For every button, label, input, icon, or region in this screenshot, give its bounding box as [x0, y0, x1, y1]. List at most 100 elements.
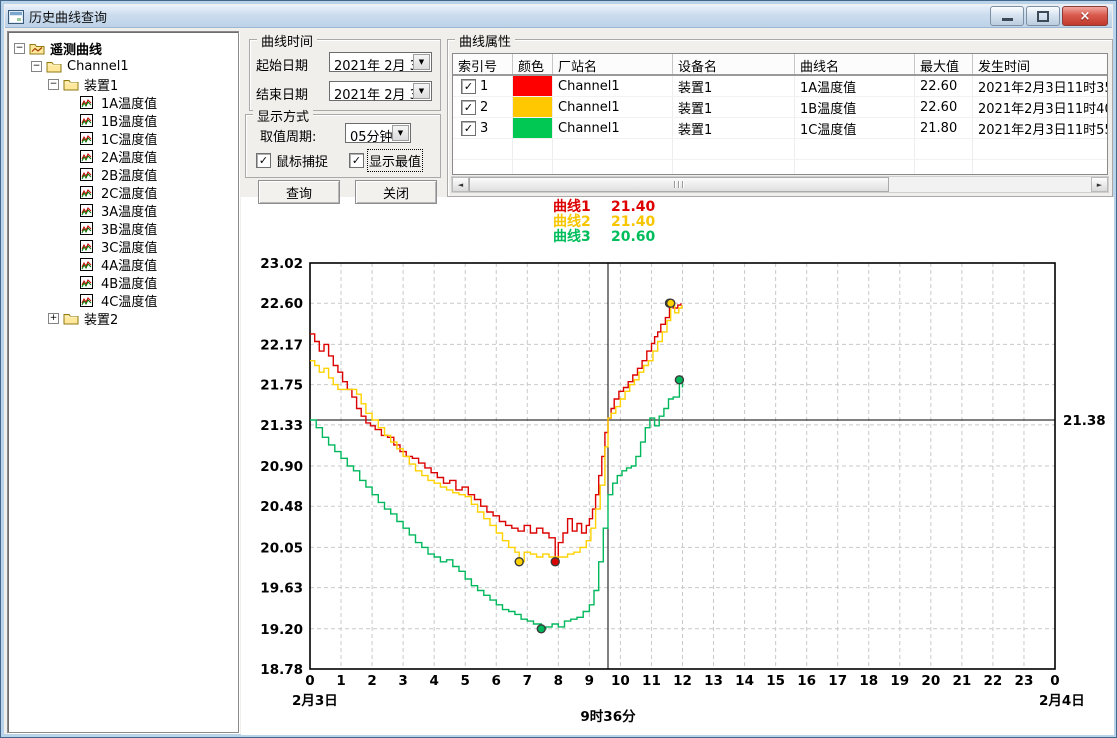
column-header-0[interactable]: 索引号	[453, 54, 513, 74]
cell: 装置1	[673, 97, 795, 118]
trend-chart[interactable]: 23.0222.6022.1721.7521.3320.9020.4820.05…	[246, 249, 1114, 735]
table-row[interactable]	[453, 160, 1107, 175]
scrollbar-thumb[interactable]	[469, 177, 889, 192]
plus-expander-icon[interactable]: +	[48, 313, 59, 324]
axis-label: 20.05	[260, 540, 303, 556]
titlebar[interactable]: 历史曲线查询 ×	[5, 5, 1112, 28]
tree-item-1[interactable]: −Channel1	[8, 57, 238, 75]
cell: Channel1	[553, 97, 673, 118]
row-index: 1	[480, 79, 488, 94]
cell	[513, 118, 553, 139]
minus-expander-icon[interactable]: −	[48, 79, 59, 90]
curve-icon	[80, 275, 97, 289]
app-icon	[8, 9, 24, 23]
tree-item-9[interactable]: 3A温度值	[8, 201, 238, 219]
row-checkbox[interactable]: ✓	[461, 79, 476, 94]
row-checkbox[interactable]: ✓	[461, 121, 476, 136]
axis-label: 2	[367, 673, 376, 689]
axis-label: 12	[673, 673, 692, 689]
arrow-right-icon: ►	[1097, 181, 1102, 189]
axis-label: 20.48	[260, 499, 303, 515]
row-checkbox[interactable]: ✓	[461, 100, 476, 115]
tree-item-11[interactable]: 3C温度值	[8, 237, 238, 255]
end-date-dropdown[interactable]: 2021年 2月 3 ▼	[329, 81, 432, 101]
tree-item-4[interactable]: 1B温度值	[8, 111, 238, 129]
cell: Channel1	[553, 118, 673, 139]
curve-icon	[80, 185, 97, 199]
minus-expander-icon[interactable]: −	[14, 43, 25, 54]
color-swatch	[513, 97, 552, 117]
show-extremes-checkbox[interactable]: ✓	[349, 153, 364, 168]
axis-label: 9	[585, 673, 594, 689]
axis-label: 14	[735, 673, 754, 689]
arrow-left-icon: ◄	[458, 181, 463, 189]
column-header-4[interactable]: 曲线名	[795, 54, 915, 74]
tree-item-label: 装置1	[84, 75, 118, 94]
axis-label: 19	[890, 673, 909, 689]
tree-item-3[interactable]: 1A温度值	[8, 93, 238, 111]
tree-item-2[interactable]: − 装置1	[8, 75, 238, 93]
tree-item-10[interactable]: 3B温度值	[8, 219, 238, 237]
cell	[553, 160, 673, 175]
curve-icon	[80, 221, 97, 235]
curve-tree[interactable]: −遥测曲线−Channel1−装置11A温度值1B温度值1C温度值2A温度值2B…	[7, 31, 239, 733]
restore-button[interactable]	[1026, 6, 1060, 26]
folder-icon	[63, 77, 80, 91]
tree-item-12[interactable]: 4A温度值	[8, 255, 238, 273]
tree-item-15[interactable]: +装置2	[8, 309, 238, 327]
end-date-dropdown-button[interactable]: ▼	[413, 83, 430, 99]
curve-icon	[80, 239, 97, 253]
tree-item-8[interactable]: 2C温度值	[8, 183, 238, 201]
tree-item-6[interactable]: 2A温度值	[8, 147, 238, 165]
mouse-capture-checkbox[interactable]: ✓	[256, 153, 271, 168]
cell: 1B温度值	[795, 97, 915, 118]
table-row[interactable]: ✓2Channel1装置11B温度值22.602021年2月3日11时40	[453, 97, 1107, 118]
column-header-6[interactable]: 发生时间	[973, 54, 1108, 74]
cell: 2021年2月3日11时40	[973, 97, 1108, 118]
app-window: 历史曲线查询 × −遥测曲线−Channel1−装置11A温度值1B温度值1C温…	[0, 0, 1117, 738]
tree-item-13[interactable]: 4B温度值	[8, 273, 238, 291]
cell: ✓3	[453, 118, 513, 139]
mouse-capture-label: 鼠标捕捉	[276, 151, 328, 170]
period-dropdown[interactable]: 05分钟 ▼	[345, 123, 411, 143]
minimize-button[interactable]	[990, 6, 1024, 26]
display-mode-group: 显示方式 取值周期: 05分钟 ▼ ✓ 鼠标捕捉 ✓ 显示最值	[245, 114, 441, 178]
column-header-2[interactable]: 厂站名	[553, 54, 673, 74]
axis-label: 20	[921, 673, 940, 689]
tree-item-7[interactable]: 2B温度值	[8, 165, 238, 183]
scroll-right-button[interactable]: ►	[1091, 177, 1108, 192]
chart-legend: 曲线121.40曲线221.40曲线320.60	[553, 200, 671, 245]
start-date-dropdown-button[interactable]: ▼	[413, 54, 430, 70]
row-index: 2	[480, 100, 488, 115]
cell	[513, 139, 553, 160]
legend-value: 21.40	[611, 200, 671, 215]
close-button[interactable]: 关闭	[355, 180, 437, 204]
table-row[interactable]: ✓3Channel1装置11C温度值21.802021年2月3日11时55	[453, 118, 1107, 139]
table-row[interactable]: ✓1Channel1装置11A温度值22.602021年2月3日11时35	[453, 76, 1107, 97]
tree-item-label: 1B温度值	[101, 111, 157, 130]
tree-item-5[interactable]: 1C温度值	[8, 129, 238, 147]
scroll-left-button[interactable]: ◄	[452, 177, 469, 192]
restore-icon	[1037, 11, 1049, 22]
minus-expander-icon[interactable]: −	[31, 61, 42, 72]
color-swatch	[513, 118, 552, 138]
column-header-3[interactable]: 设备名	[673, 54, 795, 74]
table-hscrollbar[interactable]: ◄ ►	[451, 176, 1109, 193]
axis-label: 22.17	[260, 337, 303, 353]
tree-item-14[interactable]: 4C温度值	[8, 291, 238, 309]
table-row[interactable]	[453, 139, 1107, 160]
tree-item-0[interactable]: −遥测曲线	[8, 39, 238, 57]
cell	[673, 160, 795, 175]
period-dropdown-button[interactable]: ▼	[392, 125, 409, 141]
start-date-dropdown[interactable]: 2021年 2月 3 ▼	[329, 52, 432, 72]
column-header-5[interactable]: 最大值	[915, 54, 973, 74]
query-button[interactable]: 查询	[258, 180, 340, 204]
close-window-button[interactable]: ×	[1062, 6, 1108, 26]
legend-label: 曲线2	[553, 215, 611, 230]
axis-label: 21	[952, 673, 971, 689]
folder-root-icon	[29, 41, 46, 55]
axis-label: 2月3日	[292, 693, 338, 709]
legend-label: 曲线3	[553, 230, 611, 245]
tree-item-label: 3B温度值	[101, 219, 157, 238]
column-header-1[interactable]: 颜色	[513, 54, 553, 74]
